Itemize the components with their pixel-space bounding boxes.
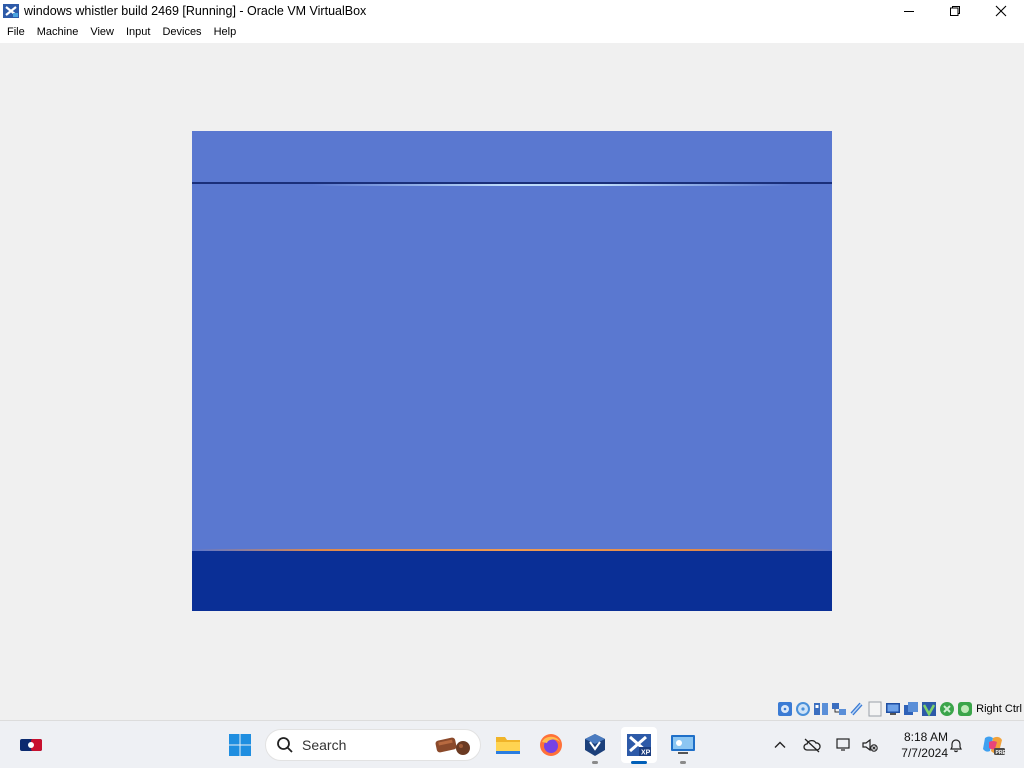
notifications-button[interactable] xyxy=(946,735,966,755)
svg-text:PRE: PRE xyxy=(996,750,1006,756)
search-placeholder: Search xyxy=(302,737,347,753)
close-button[interactable] xyxy=(978,0,1024,22)
tray-network[interactable] xyxy=(834,735,854,755)
video-capture-icon[interactable] xyxy=(903,701,919,717)
firefox-icon xyxy=(540,734,562,756)
vm-display-area xyxy=(0,43,1024,698)
cpu-icon[interactable] xyxy=(957,701,973,717)
windows-xp-vm-icon: XP xyxy=(627,734,651,757)
taskbar-virtualbox[interactable] xyxy=(577,727,613,764)
window-title: windows whistler build 2469 [Running] - … xyxy=(24,4,367,18)
show-hidden-icons-button[interactable] xyxy=(770,735,790,755)
window-controls xyxy=(886,0,1024,22)
maximize-button[interactable] xyxy=(932,0,978,22)
cloud-off-icon xyxy=(803,738,821,753)
virtualbox-icon xyxy=(585,734,605,756)
menu-devices[interactable]: Devices xyxy=(156,22,207,43)
mouse-integration-icon[interactable] xyxy=(939,701,955,717)
file-explorer-icon xyxy=(496,737,520,754)
menu-input[interactable]: Input xyxy=(120,22,156,43)
taskbar-remote-desktop[interactable] xyxy=(665,727,701,764)
taskbar-firefox[interactable] xyxy=(533,727,569,763)
taskbar-search-box[interactable]: Search xyxy=(265,729,481,761)
tray-cloud-status[interactable] xyxy=(802,735,822,755)
remote-desktop-icon xyxy=(671,735,695,754)
virtualization-icon[interactable] xyxy=(921,701,937,717)
network-status-icon xyxy=(836,738,850,751)
restore-icon xyxy=(950,6,960,16)
guest-top-highlight xyxy=(312,184,792,186)
chevron-up-icon xyxy=(774,741,786,748)
minimize-icon xyxy=(904,11,914,12)
start-icon xyxy=(229,734,251,756)
copilot-icon: PRE xyxy=(983,736,1006,756)
taskbar-windows-xp-vm[interactable]: XP xyxy=(621,727,657,764)
virtualbox-app-icon xyxy=(3,3,19,19)
clock-date: 7/7/2024 xyxy=(901,746,948,760)
vbox-status-bar: Right Ctrl xyxy=(0,698,1024,720)
network-icon[interactable] xyxy=(831,701,847,717)
start-button[interactable] xyxy=(222,727,258,763)
tray-volume[interactable] xyxy=(860,735,880,755)
shared-folders-icon[interactable] xyxy=(867,701,883,717)
guest-taskbar xyxy=(192,551,832,611)
svg-text:XP: XP xyxy=(641,750,651,757)
minimize-button[interactable] xyxy=(886,0,932,22)
bell-icon xyxy=(950,739,962,753)
menu-bar: File Machine View Input Devices Help xyxy=(0,22,1024,43)
audio-icon[interactable] xyxy=(813,701,829,717)
taskbar-file-explorer[interactable] xyxy=(490,727,526,763)
usb-icon[interactable] xyxy=(849,701,865,717)
host-key-label[interactable]: Right Ctrl xyxy=(976,703,1022,715)
menu-file[interactable]: File xyxy=(1,22,31,43)
clock-time: 8:18 AM xyxy=(903,730,948,744)
search-highlight-image xyxy=(435,737,470,755)
title-bar: windows whistler build 2469 [Running] - … xyxy=(0,0,1024,22)
hard-disk-icon[interactable] xyxy=(777,701,793,717)
menu-help[interactable]: Help xyxy=(208,22,243,43)
close-icon xyxy=(995,5,1007,17)
menu-machine[interactable]: Machine xyxy=(31,22,85,43)
volume-muted-icon xyxy=(862,738,878,752)
copilot-button[interactable]: PRE xyxy=(980,735,1006,756)
taskbar-clock[interactable]: 8:18 AM 7/7/2024 xyxy=(884,729,948,761)
menu-view[interactable]: View xyxy=(84,22,120,43)
display-icon[interactable] xyxy=(885,701,901,717)
vm-guest-screen[interactable] xyxy=(192,131,832,611)
mlb-widget-icon[interactable] xyxy=(20,737,44,753)
optical-drive-icon[interactable] xyxy=(795,701,811,717)
search-icon xyxy=(277,737,293,753)
windows-taskbar: Search XP 8:18 AM 7/7/2024 PRE xyxy=(0,720,1024,768)
